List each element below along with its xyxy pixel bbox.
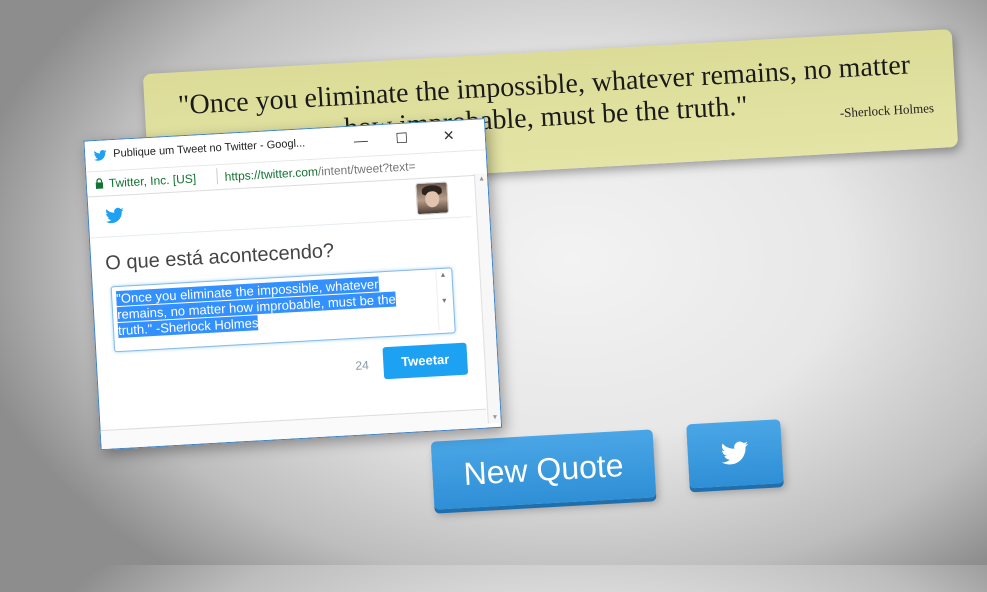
avatar[interactable]	[415, 181, 450, 216]
minimize-button[interactable]: —	[346, 129, 375, 151]
maximize-button[interactable]: ☐	[387, 127, 416, 149]
window-title: Publique um Tweet no Twitter - Googl...	[112, 137, 306, 161]
tweetar-button[interactable]: Tweetar	[382, 342, 469, 380]
lock-icon	[95, 178, 104, 189]
twitter-favicon-icon	[94, 150, 107, 161]
avatar-face	[424, 190, 440, 208]
popup-scroll-up-icon[interactable]: ▲	[478, 175, 485, 182]
compose-heading: O que está acontecendo?	[104, 239, 335, 275]
app-scene: "Once you eliminate the impossible, what…	[0, 0, 987, 592]
popup-content: O que está acontecendo? "Once you elimin…	[88, 175, 501, 450]
popup-scroll-down-icon[interactable]: ▼	[491, 414, 498, 421]
close-button[interactable]: ✕	[434, 125, 463, 147]
status-strip	[100, 408, 488, 450]
character-counter: 24	[355, 358, 370, 373]
url-separator	[216, 168, 219, 185]
twitter-bird-icon	[721, 441, 749, 465]
url-path-part: /intent/tweet?text=	[317, 159, 416, 179]
divider	[89, 216, 472, 239]
textarea-scrollbar[interactable]: ▲ ▼	[435, 269, 454, 331]
tweet-text-selected: "Once you eliminate the impossible, what…	[115, 274, 430, 339]
tweet-button[interactable]	[686, 419, 784, 489]
url-secure-part: https://twitter.com	[224, 164, 319, 184]
scroll-down-arrow-icon[interactable]: ▼	[441, 298, 448, 305]
tweet-text: "Once you eliminate the impossible, what…	[115, 276, 397, 339]
twitter-logo-icon	[105, 207, 124, 224]
site-identity: Twitter, Inc. [US]	[108, 171, 197, 191]
scroll-up-arrow-icon[interactable]: ▲	[439, 272, 446, 279]
tweet-popup-window: Publique um Tweet no Twitter - Googl... …	[83, 118, 503, 451]
tweet-text-area[interactable]: "Once you eliminate the impossible, what…	[110, 267, 456, 353]
new-quote-button[interactable]: New Quote	[430, 429, 657, 510]
